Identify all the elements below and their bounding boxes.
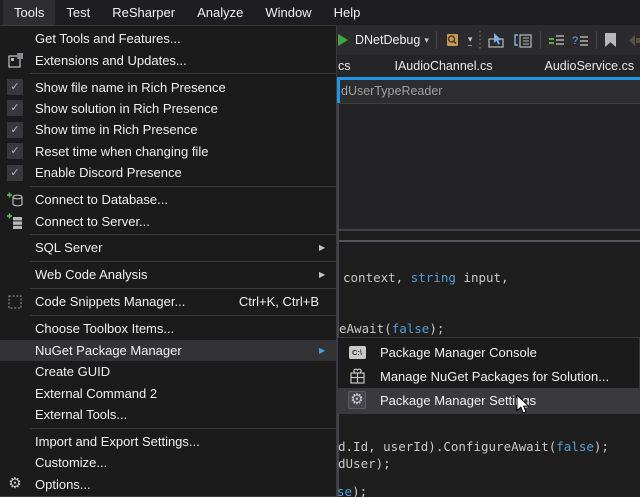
submenu-arrow-icon: ▶ [319,243,336,252]
cursor-box-icon [488,32,507,49]
menu-window[interactable]: Window [254,0,322,25]
menu-separator [30,428,336,429]
menu-item-external-tools[interactable]: External Tools... [0,404,336,425]
menu-item-show-file-name-rich-presence[interactable]: ✓ Show file name in Rich Presence [0,76,336,97]
menubar: Tools Test ReSharper Analyze Window Help [0,0,640,25]
play-icon [338,34,348,46]
format-selection-button[interactable]: ? [572,33,589,48]
menu-separator [30,288,336,289]
code-line: se); [337,484,367,497]
menu-item-options[interactable]: ⚙ Options... [0,474,336,495]
question-lines-icon: ? [572,33,589,48]
format-document-button[interactable] [548,33,565,48]
menu-item-show-solution-rich-presence[interactable]: ✓ Show solution in Rich Presence [0,98,336,119]
start-debugging-button[interactable] [338,34,348,46]
menu-help[interactable]: Help [323,0,372,25]
toolbar-separator [540,31,541,49]
console-icon: C:\ [349,346,366,359]
peek-definition-button[interactable] [514,32,533,49]
menu-item-nuget-package-manager[interactable]: NuGet Package Manager ▶ [0,340,336,361]
submenu-item-manage-nuget-packages[interactable]: Manage NuGet Packages for Solution... [338,364,639,388]
menu-item-sql-server[interactable]: SQL Server ▶ [0,237,336,258]
breadcrumb-accent [337,80,340,103]
extensions-icon [8,53,23,68]
menu-test[interactable]: Test [55,0,101,25]
toolbar-drag-handle[interactable] [479,31,481,49]
menu-item-code-snippets-manager[interactable]: Code Snippets Manager... Ctrl+K, Ctrl+B [0,291,336,312]
shortcut-label: Ctrl+K, Ctrl+B [239,294,336,309]
menu-item-customize[interactable]: Customize... [0,452,336,473]
menu-separator [30,186,336,187]
submenu-item-package-manager-settings[interactable]: ⚙ Package Manager Settings [338,388,639,412]
tab-iaudiochannel[interactable]: IAudioChannel.cs [395,59,493,73]
menu-item-connect-to-database[interactable]: Connect to Database... [0,189,336,210]
checkmark-icon: ✓ [7,100,23,116]
attach-magnifier-icon [444,32,461,48]
toolbar-separator [436,31,437,49]
menu-item-enable-discord-presence[interactable]: ✓ Enable Discord Presence [0,162,336,183]
tab-partial[interactable]: cs [338,59,351,73]
menu-item-choose-toolbox-items[interactable]: Choose Toolbox Items... [0,318,336,339]
menu-item-get-tools-and-features[interactable]: Get Tools and Features... [0,28,336,49]
mouse-cursor [516,395,534,418]
svg-text:?: ? [572,35,578,47]
menu-item-external-command-2[interactable]: External Command 2 [0,382,336,403]
menu-separator [30,234,336,235]
attach-options-dropdown[interactable]: ▾ [468,35,473,46]
bookmark-icon [604,32,618,49]
code-line: eAwait(false); [339,321,444,337]
document-arrow-icon [514,32,533,49]
submenu-arrow-icon: ▶ [319,270,336,279]
menu-item-connect-to-server[interactable]: Connect to Server... [0,210,336,231]
bookmark-prev-icon [625,33,640,48]
tools-dropdown-menu: Get Tools and Features... Extensions and… [0,25,337,497]
toolbar-separator [596,31,597,49]
run-configuration-label: DNetDebug [355,33,420,47]
menu-item-extensions-and-updates[interactable]: Extensions and Updates... [0,49,336,70]
navigate-to-button[interactable] [488,32,507,49]
server-add-icon [7,213,24,229]
snippets-icon [8,295,22,309]
database-add-icon [7,192,24,208]
menu-tools[interactable]: Tools [3,0,55,25]
run-configuration-dropdown[interactable]: DNetDebug ▾ [355,33,429,47]
menu-resharper[interactable]: ReSharper [101,0,186,25]
tab-audioservice[interactable]: AudioService.cs [544,59,634,73]
checkmark-icon: ✓ [7,143,23,159]
nuget-submenu: C:\ Package Manager Console Manage NuGet… [337,337,640,414]
chevron-down-icon: ▾ [468,35,473,46]
menu-item-web-code-analysis[interactable]: Web Code Analysis ▶ [0,264,336,285]
checkmark-icon: ✓ [7,79,23,95]
menu-separator [30,73,336,74]
indent-lines-icon [548,33,565,48]
checkmark-icon: ✓ [7,165,23,181]
code-line: d.Id, userId).ConfigureAwait(false); [338,439,609,455]
menu-separator [30,261,336,262]
submenu-item-package-manager-console[interactable]: C:\ Package Manager Console [338,340,639,364]
attach-to-process-button[interactable] [444,32,461,48]
chevron-down-icon: ▾ [424,35,429,46]
type-breadcrumb[interactable]: dUserTypeReader [341,84,442,98]
gear-icon: ⚙ [350,391,363,408]
previous-bookmark-button[interactable] [625,33,640,48]
gear-icon: ⚙ [8,476,21,492]
menu-separator [30,315,336,316]
code-line: dUser); [338,456,391,472]
submenu-arrow-icon: ▶ [319,346,336,355]
vs-window: context, string input, eAwait(false); d.… [0,0,640,497]
menu-item-import-export-settings[interactable]: Import and Export Settings... [0,431,336,452]
menu-analyze[interactable]: Analyze [186,0,254,25]
code-line: context, string input, [343,270,509,286]
menu-item-show-time-rich-presence[interactable]: ✓ Show time in Rich Presence [0,119,336,140]
checkmark-icon: ✓ [7,122,23,138]
toggle-bookmark-button[interactable] [604,32,618,49]
package-icon [350,368,365,384]
menu-item-reset-time-when-changing-file[interactable]: ✓ Reset time when changing file [0,141,336,162]
menu-item-create-guid[interactable]: Create GUID [0,361,336,382]
